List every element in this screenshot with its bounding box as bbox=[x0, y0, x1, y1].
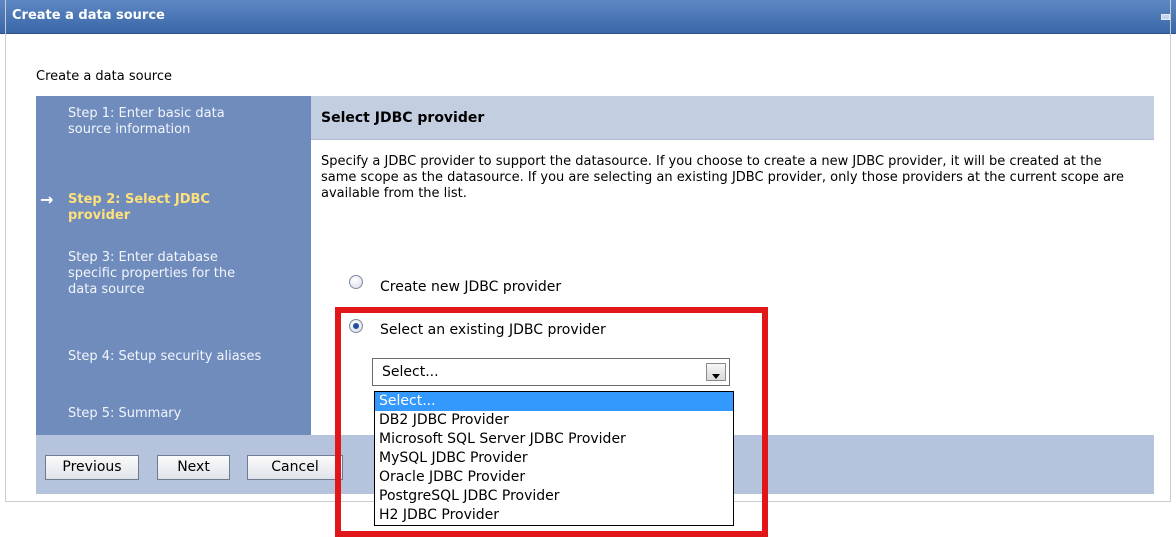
step-3: Step 3: Enter database specific properti… bbox=[68, 250, 268, 298]
step-description: Specify a JDBC provider to support the d… bbox=[321, 154, 1124, 201]
next-button[interactable]: Next bbox=[157, 455, 230, 480]
step-5: Step 5: Summary bbox=[68, 406, 268, 422]
previous-button[interactable]: Previous bbox=[45, 455, 139, 480]
step-2-label: Step 2: Select JDBC provider bbox=[68, 192, 210, 223]
step-1: Step 1: Enter basic data source informat… bbox=[68, 106, 268, 138]
highlight-box bbox=[335, 307, 768, 537]
cancel-button[interactable]: Cancel bbox=[247, 455, 343, 480]
create-new-provider-radio[interactable] bbox=[349, 275, 363, 289]
current-step-arrow-icon: → bbox=[40, 190, 54, 209]
steps-sidebar: Step 1: Enter basic data source informat… bbox=[36, 96, 311, 435]
step-5-label: Step 5: Summary bbox=[68, 406, 182, 421]
content-title: Select JDBC provider bbox=[321, 110, 485, 126]
step-1-label: Step 1: Enter basic data source informat… bbox=[68, 106, 225, 137]
create-new-provider-label: Create new JDBC provider bbox=[380, 279, 562, 295]
step-3-label: Step 3: Enter database specific properti… bbox=[68, 250, 236, 297]
step-4: Step 4: Setup security aliases bbox=[68, 349, 268, 365]
content-header: Select JDBC provider bbox=[311, 96, 1154, 140]
step-2: → Step 2: Select JDBC provider bbox=[40, 192, 268, 224]
page-title: Create a data source bbox=[36, 69, 173, 84]
step-4-label: Step 4: Setup security aliases bbox=[68, 349, 262, 364]
